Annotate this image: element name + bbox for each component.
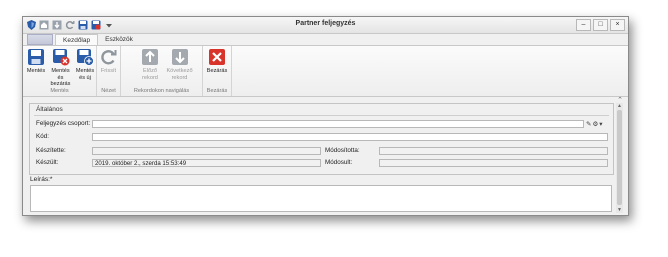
partner-note-window: Partner feljegyzés – □ × Kezdőlap Eszköz… <box>22 16 629 216</box>
created-by-label: Készítette: <box>36 147 66 154</box>
next-record-label-1: Következő <box>166 68 193 74</box>
arrow-down-icon <box>171 48 189 66</box>
refresh-label: Frissít <box>100 68 117 74</box>
created-by-field[interactable] <box>92 147 321 155</box>
section-title: Általános <box>36 106 63 113</box>
description-textarea[interactable] <box>30 185 612 212</box>
close-window-button[interactable]: × <box>610 19 625 31</box>
code-label: Kód: <box>36 133 49 140</box>
maximize-button[interactable]: □ <box>593 19 608 31</box>
ribbon-tab-bar: Kezdőlap Eszközök <box>23 34 628 46</box>
close-icon <box>208 48 226 66</box>
section-divider <box>34 115 609 116</box>
modified-by-label: Módosította: <box>325 147 360 154</box>
next-record-button[interactable]: Következő rekord <box>165 48 194 81</box>
ribbon-group-nezet: Frissít Nézet <box>97 46 121 96</box>
created-at-field[interactable]: 2019. október 2., szerda 15:53:49 <box>92 159 321 167</box>
ribbon-group-label-navigation: Rekordokon navigálás <box>133 88 190 94</box>
ribbon-group-bezaras: Bezárás Bezárás <box>203 46 232 96</box>
note-group-actions: ✎ ⚙ ▾ <box>586 120 603 128</box>
code-field[interactable] <box>92 133 608 141</box>
title-bar: Partner feljegyzés – □ × <box>23 17 628 34</box>
save-and-new-button[interactable]: Mentés és új <box>75 48 95 81</box>
description-label: Leírás:* <box>30 176 53 183</box>
save-and-new-label-2: és új <box>79 74 91 81</box>
general-section: Általános Feljegyzés csoport: ✎ ⚙ ▾ Kód:… <box>29 103 614 175</box>
created-at-label: Készült: <box>36 159 59 166</box>
save-new-icon <box>76 48 94 66</box>
ribbon-group-navigation: Előző rekord Következő rekord Rekordokon… <box>121 46 203 96</box>
refresh-button[interactable]: Frissít <box>98 48 119 75</box>
modified-by-field[interactable] <box>379 147 608 155</box>
save-and-new-label-1: Mentés <box>75 68 95 74</box>
save-and-close-label-1: Mentés és <box>51 68 70 81</box>
save-close-icon <box>52 48 70 66</box>
scrollbar-thumb[interactable] <box>617 110 622 205</box>
previous-record-label-2: rekord <box>142 74 158 81</box>
scroll-down-icon[interactable]: ▼ <box>616 207 623 213</box>
edit-icon[interactable]: ✎ <box>586 120 591 128</box>
modified-at-field[interactable] <box>379 159 608 167</box>
window-controls: – □ × <box>576 19 625 31</box>
close-label: Bezárás <box>206 68 228 74</box>
ribbon-group-mentes: Mentés Mentés és bezárás Mentés és új Me… <box>23 46 97 96</box>
save-button[interactable]: Mentés <box>25 48 47 75</box>
application-menu-button[interactable] <box>27 34 53 45</box>
ribbon-group-label-nezet: Nézet <box>101 88 116 94</box>
save-icon <box>27 48 45 66</box>
save-and-close-button[interactable]: Mentés és bezárás <box>48 48 73 88</box>
form-content: Általános Feljegyzés csoport: ✎ ⚙ ▾ Kód:… <box>26 103 625 213</box>
note-group-label: Feljegyzés csoport: <box>36 120 91 127</box>
note-group-field[interactable] <box>92 120 584 128</box>
arrow-up-icon <box>141 48 159 66</box>
next-record-label-2: rekord <box>171 74 188 81</box>
scroll-up-icon[interactable]: ▲ <box>616 103 623 109</box>
tab-eszkozok[interactable]: Eszközök <box>98 34 140 45</box>
settings-icon[interactable]: ⚙ <box>592 120 598 128</box>
save-button-label: Mentés <box>26 68 46 74</box>
refresh-icon <box>100 48 118 66</box>
ribbon-group-label-mentes: Mentés <box>50 88 69 94</box>
save-and-close-label-2: bezárás <box>50 81 71 87</box>
modified-at-label: Módosult: <box>325 159 353 166</box>
close-button[interactable]: Bezárás <box>206 48 228 75</box>
vertical-scrollbar[interactable]: ▲ ▼ <box>616 103 623 213</box>
ribbon-group-label-bezaras: Bezárás <box>206 88 228 94</box>
window-title: Partner feljegyzés <box>295 20 356 27</box>
ribbon: Mentés Mentés és bezárás Mentés és új Me… <box>23 45 628 104</box>
previous-record-button[interactable]: Előző rekord <box>138 48 162 81</box>
minimize-button[interactable]: – <box>576 19 591 31</box>
chevron-down-icon[interactable]: ▾ <box>599 120 602 128</box>
